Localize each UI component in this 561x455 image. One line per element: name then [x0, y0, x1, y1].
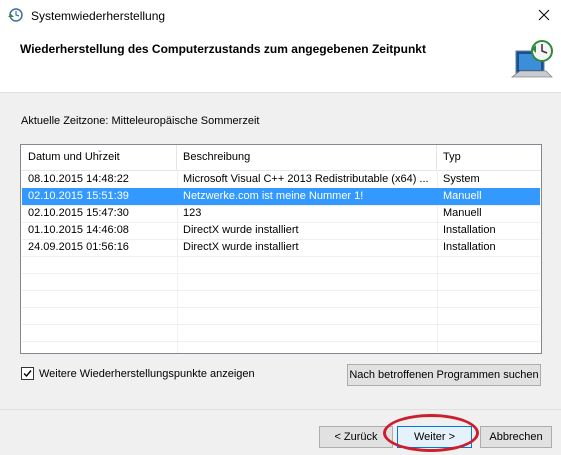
row-date: 24.09.2015 01:56:16: [28, 241, 129, 253]
column-header-row: Datum und Uhrzeit ⌄ Beschreibung Typ: [21, 145, 541, 171]
table-row[interactable]: 08.10.2015 14:48:22 Microsoft Visual C++…: [22, 171, 540, 189]
restore-point-list[interactable]: Datum und Uhrzeit ⌄ Beschreibung Typ 08.…: [20, 144, 542, 354]
table-row[interactable]: 02.10.2015 15:47:30 123 Manuell: [22, 205, 540, 223]
restore-computer-icon: [506, 37, 556, 87]
row-description: DirectX wurde installiert: [183, 241, 299, 253]
row-date: 02.10.2015 15:51:39: [28, 190, 129, 202]
empty-row: [22, 273, 540, 291]
row-type: Manuell: [443, 190, 482, 202]
table-row[interactable]: 24.09.2015 01:56:16 DirectX wurde instal…: [22, 239, 540, 257]
checkmark-icon: [23, 370, 32, 378]
row-description: 123: [183, 207, 202, 219]
row-date: 01.10.2015 14:46:08: [28, 224, 129, 236]
row-type: Installation: [443, 241, 496, 253]
column-header-type[interactable]: Typ: [437, 145, 541, 170]
scan-affected-programs-button[interactable]: Nach betroffenen Programmen suchen: [347, 364, 541, 386]
next-button[interactable]: Weiter >: [397, 426, 472, 448]
close-icon: [538, 9, 550, 24]
empty-row: [22, 307, 540, 325]
column-header-description[interactable]: Beschreibung: [177, 145, 437, 170]
system-restore-icon: [7, 8, 23, 24]
row-description: Microsoft Visual C++ 2013 Redistributabl…: [183, 173, 429, 185]
row-description: Netzwerke.com ist meine Nummer 1!: [183, 190, 364, 202]
title-bar: Systemwiederherstellung: [0, 0, 561, 32]
more-restore-points-option[interactable]: Weitere Wiederherstellungspunkte anzeige…: [21, 367, 255, 380]
empty-row: [22, 324, 540, 342]
empty-row: [22, 256, 540, 274]
timezone-label: Aktuelle Zeitzone: Mitteleuropäische Som…: [21, 115, 260, 127]
row-type: Installation: [443, 224, 496, 236]
row-date: 08.10.2015 14:48:22: [28, 173, 129, 185]
window-title: Systemwiederherstellung: [31, 9, 166, 23]
more-restore-points-label: Weitere Wiederherstellungspunkte anzeige…: [39, 367, 255, 380]
table-row[interactable]: 01.10.2015 14:46:08 DirectX wurde instal…: [22, 222, 540, 240]
row-type: Manuell: [443, 207, 482, 219]
sort-descending-icon: ⌄: [97, 147, 103, 154]
close-button[interactable]: [527, 0, 561, 32]
row-date: 02.10.2015 15:47:30: [28, 207, 129, 219]
cancel-button[interactable]: Abbrechen: [480, 426, 552, 448]
row-type: System: [443, 173, 480, 185]
more-restore-points-checkbox[interactable]: [21, 367, 34, 380]
wizard-header: Wiederherstellung des Computerzustands z…: [0, 32, 561, 93]
empty-row: [22, 290, 540, 308]
page-title: Wiederherstellung des Computerzustands z…: [20, 42, 426, 56]
footer-divider: [0, 409, 561, 410]
row-description: DirectX wurde installiert: [183, 224, 299, 236]
back-button[interactable]: < Zurück: [319, 426, 393, 448]
table-row-selected[interactable]: 02.10.2015 15:51:39 Netzwerke.com ist me…: [22, 188, 540, 206]
